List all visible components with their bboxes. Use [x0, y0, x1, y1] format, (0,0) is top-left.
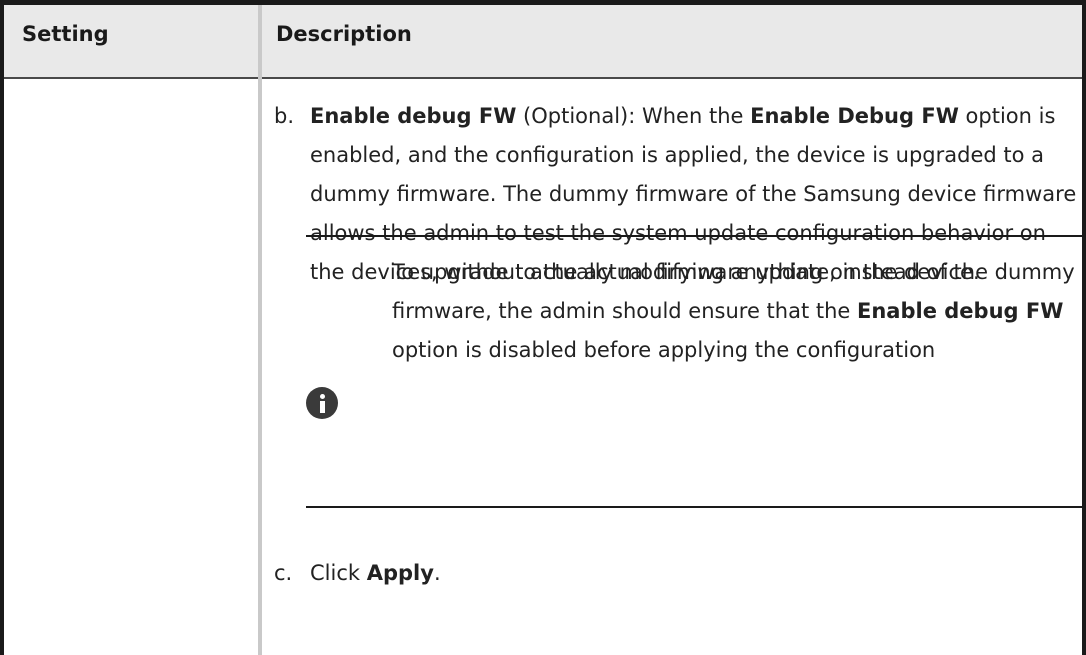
table-right-border [1082, 0, 1086, 655]
info-note: To upgrade to the actual firmware update… [306, 235, 1082, 508]
table-top-border [0, 0, 1086, 5]
setting-name: Enable debug FW [310, 104, 517, 128]
note-bottom-rule [306, 506, 1082, 508]
column-divider [258, 5, 262, 655]
table-left-border [0, 0, 4, 655]
apply-label: Apply [366, 561, 434, 585]
note-top-rule [306, 235, 1082, 237]
header-setting: Setting [22, 22, 109, 46]
list-marker: b. [274, 104, 295, 128]
header-description: Description [276, 22, 412, 46]
settings-table: Setting Description b. Enable debug FW (… [0, 0, 1086, 655]
info-icon [306, 387, 338, 419]
note-text: To upgrade to the actual firmware update… [392, 260, 1075, 362]
table-header [0, 5, 1086, 79]
list-item-text: Click Apply. [310, 561, 441, 585]
option-name: Enable Debug FW [750, 104, 959, 128]
list-marker: c. [274, 561, 293, 585]
